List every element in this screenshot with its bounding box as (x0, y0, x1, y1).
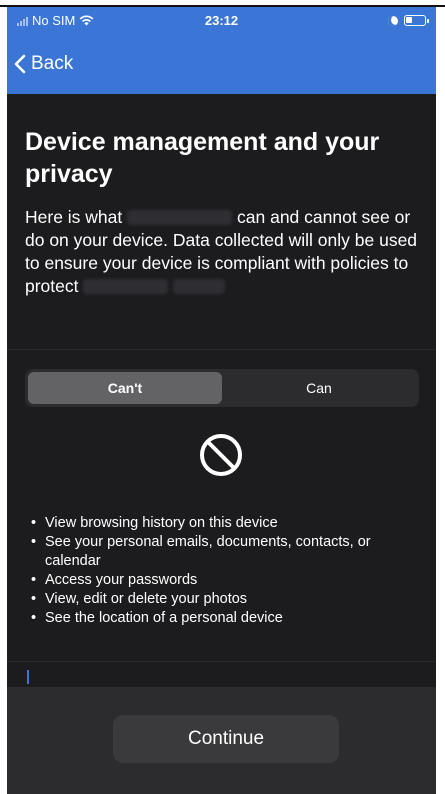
navigation-bar: No SIM 23:12 Back (7, 7, 436, 94)
list-item: See the location of a personal device (31, 609, 426, 628)
app-screen: No SIM 23:12 Back Device management and … (7, 7, 436, 794)
list-item: Access your passwords (31, 571, 426, 590)
intro-text: Here is what can and cannot see or do on… (25, 206, 420, 298)
back-button[interactable]: Back (13, 53, 73, 75)
status-right (388, 15, 429, 26)
status-time: 23:12 (204, 13, 239, 28)
chevron-left-icon (14, 54, 26, 74)
continue-button[interactable]: Continue (113, 715, 339, 763)
list-item: See your personal emails, documents, con… (31, 533, 426, 571)
list-item: View, edit or delete your photos (31, 590, 426, 609)
intro-part-1: Here is what (25, 207, 123, 227)
redacted-org-name-3 (173, 279, 226, 294)
page-title: Device management and your privacy (25, 128, 380, 188)
footer-bar: Continue (7, 687, 436, 794)
moon-icon (388, 15, 398, 26)
prohibited-icon (200, 434, 242, 476)
segment-can[interactable]: Can (222, 372, 416, 404)
top-border (0, 0, 445, 7)
cant-can-segmented-control[interactable]: Can't Can (25, 369, 419, 407)
status-bar: No SIM 23:12 (7, 13, 436, 33)
section-divider-2 (7, 661, 436, 662)
section-divider (7, 349, 436, 350)
back-label: Back (31, 53, 74, 74)
list-item: View browsing history on this device (31, 514, 426, 533)
battery-icon (404, 15, 429, 26)
redacted-org-name-2 (83, 279, 169, 294)
segment-cant[interactable]: Can't (28, 372, 222, 404)
cant-do-list: View browsing history on this device See… (31, 514, 426, 628)
redacted-org-name (127, 210, 233, 225)
scroll-peek-indicator (27, 670, 29, 684)
